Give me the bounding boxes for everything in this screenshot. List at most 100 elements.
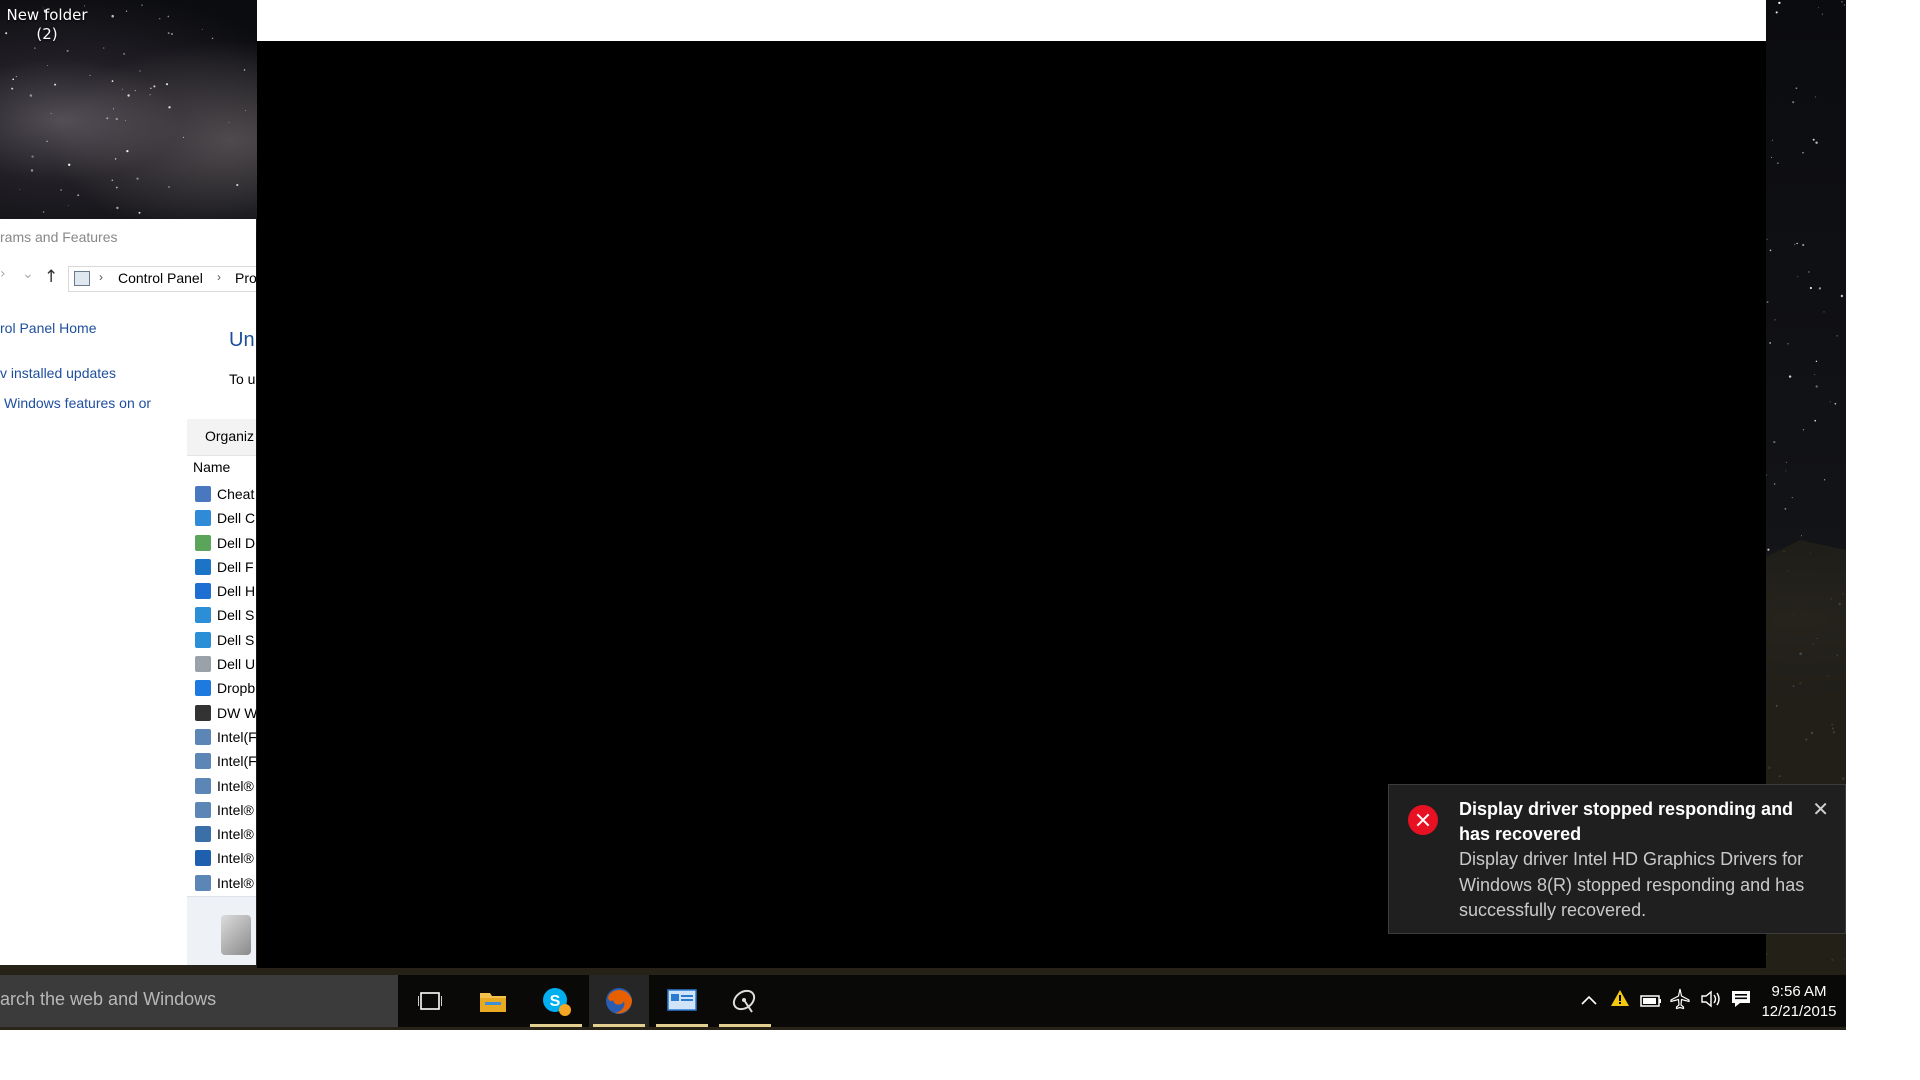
firefox-icon <box>606 988 632 1014</box>
task-view-button[interactable] <box>400 975 460 1027</box>
program-name: Intel(F <box>217 728 256 745</box>
breadcrumb-separator-icon[interactable]: › <box>217 270 221 284</box>
satellite-app-button[interactable] <box>715 975 775 1027</box>
program-name: DW W <box>217 704 256 721</box>
installer-icon <box>195 777 211 794</box>
warning-icon[interactable] <box>1610 989 1630 1012</box>
toast-notification[interactable]: Display driver stopped responding and ha… <box>1388 784 1846 934</box>
running-indicator <box>719 1024 771 1027</box>
control-panel-location-icon <box>74 271 90 286</box>
task-view-icon <box>418 992 442 1010</box>
window-title: rams and Features <box>0 229 118 245</box>
action-center-icon[interactable] <box>1730 989 1752 1014</box>
program-list-item[interactable]: Dell C <box>195 507 256 531</box>
view-installed-updates-link[interactable]: v installed updates <box>0 365 116 381</box>
airplane-mode-icon[interactable] <box>1670 988 1690 1015</box>
forward-arrow-icon[interactable]: › <box>0 266 6 282</box>
program-name: Intel(F <box>217 753 256 770</box>
program-list-item[interactable]: Dell S <box>195 629 256 653</box>
program-list-item[interactable]: Cheat <box>195 483 256 507</box>
installer-icon <box>195 728 211 745</box>
program-list-item[interactable]: Dell H <box>195 580 256 604</box>
running-indicator <box>530 1024 582 1027</box>
program-name: Intel® <box>217 874 254 891</box>
desktop-folder-label-line1: New folder <box>6 6 88 24</box>
system-clock[interactable]: 9:56 AM 12/21/2015 <box>1758 982 1840 1022</box>
running-indicator <box>593 1024 645 1027</box>
installer-icon <box>195 753 211 770</box>
control-panel-home-link[interactable]: rol Panel Home <box>0 320 97 336</box>
support-icon <box>195 631 211 648</box>
file-explorer-icon <box>480 993 506 1012</box>
list-toolbar: Organiz <box>187 419 256 456</box>
details-pane <box>187 896 256 965</box>
toast-title: Display driver stopped responding and ha… <box>1459 799 1794 844</box>
page-heading: Un <box>229 329 255 351</box>
control-panel-icon <box>667 989 697 1011</box>
installer-icon <box>195 874 211 891</box>
upload-icon <box>195 850 211 867</box>
chevron-up-icon[interactable] <box>1580 991 1598 1012</box>
breadcrumb-separator-icon[interactable]: › <box>99 270 103 284</box>
firefox-button[interactable] <box>589 975 649 1027</box>
update-icon <box>195 656 211 673</box>
program-name: Dell C <box>217 510 256 527</box>
window-titlebar[interactable] <box>257 0 1766 41</box>
up-arrow-icon[interactable]: ↑ <box>44 267 58 287</box>
support-icon <box>195 607 211 624</box>
error-icon <box>1408 805 1438 835</box>
program-list-item[interactable]: Dell D <box>195 532 256 556</box>
program-list-item[interactable]: Intel® <box>195 872 256 896</box>
program-list-item[interactable]: Intel® <box>195 775 256 799</box>
search-placeholder: arch the web and Windows <box>0 989 217 1009</box>
toast-body: Display driver Intel HD Graphics Drivers… <box>1459 849 1805 920</box>
program-list-item[interactable]: Intel® <box>195 847 256 871</box>
program-list-item[interactable]: Intel® <box>195 799 256 823</box>
program-list-item[interactable]: Intel® <box>195 823 256 847</box>
program-name: Dell U <box>217 656 256 673</box>
windows-features-link[interactable]: Windows features on or <box>4 395 151 411</box>
breadcrumb-control-panel[interactable]: Control Panel <box>118 270 203 286</box>
program-list-item[interactable]: Dell F <box>195 556 256 580</box>
clock-date: 12/21/2015 <box>1761 1003 1837 1020</box>
taskbar: arch the web and Windows S 9:56 AM 12/21… <box>0 975 1846 1027</box>
wireless-icon <box>195 704 211 721</box>
search-box[interactable]: arch the web and Windows <box>0 975 398 1027</box>
navigation-bar: › ⌄ ↑ › Control Panel › Pro <box>0 266 256 292</box>
breadcrumb-programs[interactable]: Pro <box>235 270 256 286</box>
programs-and-features-window[interactable]: rams and Features › ⌄ ↑ › Control Panel … <box>0 219 256 965</box>
program-list-item[interactable]: Intel(F <box>195 750 256 774</box>
program-list-item[interactable]: Dropb <box>195 677 256 701</box>
control-panel-button[interactable] <box>652 975 712 1027</box>
skype-icon: S <box>543 988 571 1016</box>
intel-globe-icon <box>195 826 211 843</box>
program-list-item[interactable]: Dell S <box>195 604 256 628</box>
dell-logo-icon <box>195 558 211 575</box>
programs-icon <box>221 915 251 955</box>
program-name: Intel® <box>217 777 254 794</box>
skype-button[interactable]: S <box>526 975 586 1027</box>
recent-locations-chevron-icon[interactable]: ⌄ <box>22 266 34 282</box>
close-icon[interactable]: ✕ <box>1812 797 1829 821</box>
page-instructions: To u <box>229 371 256 387</box>
app-window-icon <box>195 486 211 502</box>
volume-icon[interactable] <box>1700 990 1722 1013</box>
dropbox-icon <box>195 680 211 697</box>
satellite-dish-icon <box>732 989 756 1013</box>
battery-icon[interactable] <box>1640 992 1662 1013</box>
organize-button[interactable]: Organiz <box>205 428 254 444</box>
clock-time: 9:56 AM <box>1771 983 1827 1000</box>
program-list-item[interactable]: Intel(F <box>195 726 256 750</box>
address-bar[interactable]: › Control Panel › Pro <box>68 266 256 292</box>
name-column-header[interactable]: Name <box>193 459 230 475</box>
program-name: Cheat <box>217 486 255 502</box>
file-explorer-button[interactable] <box>463 975 523 1027</box>
program-list-item[interactable]: Dell U <box>195 653 256 677</box>
program-list-item[interactable]: DW W <box>195 702 256 726</box>
program-name: Dell F <box>217 558 254 575</box>
program-list: Cheat Dell C Dell D Dell F Dell H Dell S Dell … <box>195 483 256 896</box>
svg-text:S: S <box>550 993 561 1010</box>
program-name: Dell S <box>217 607 255 624</box>
program-name: Dropb <box>217 680 256 697</box>
desktop-folder-icon[interactable]: New folder (2) <box>0 6 94 44</box>
